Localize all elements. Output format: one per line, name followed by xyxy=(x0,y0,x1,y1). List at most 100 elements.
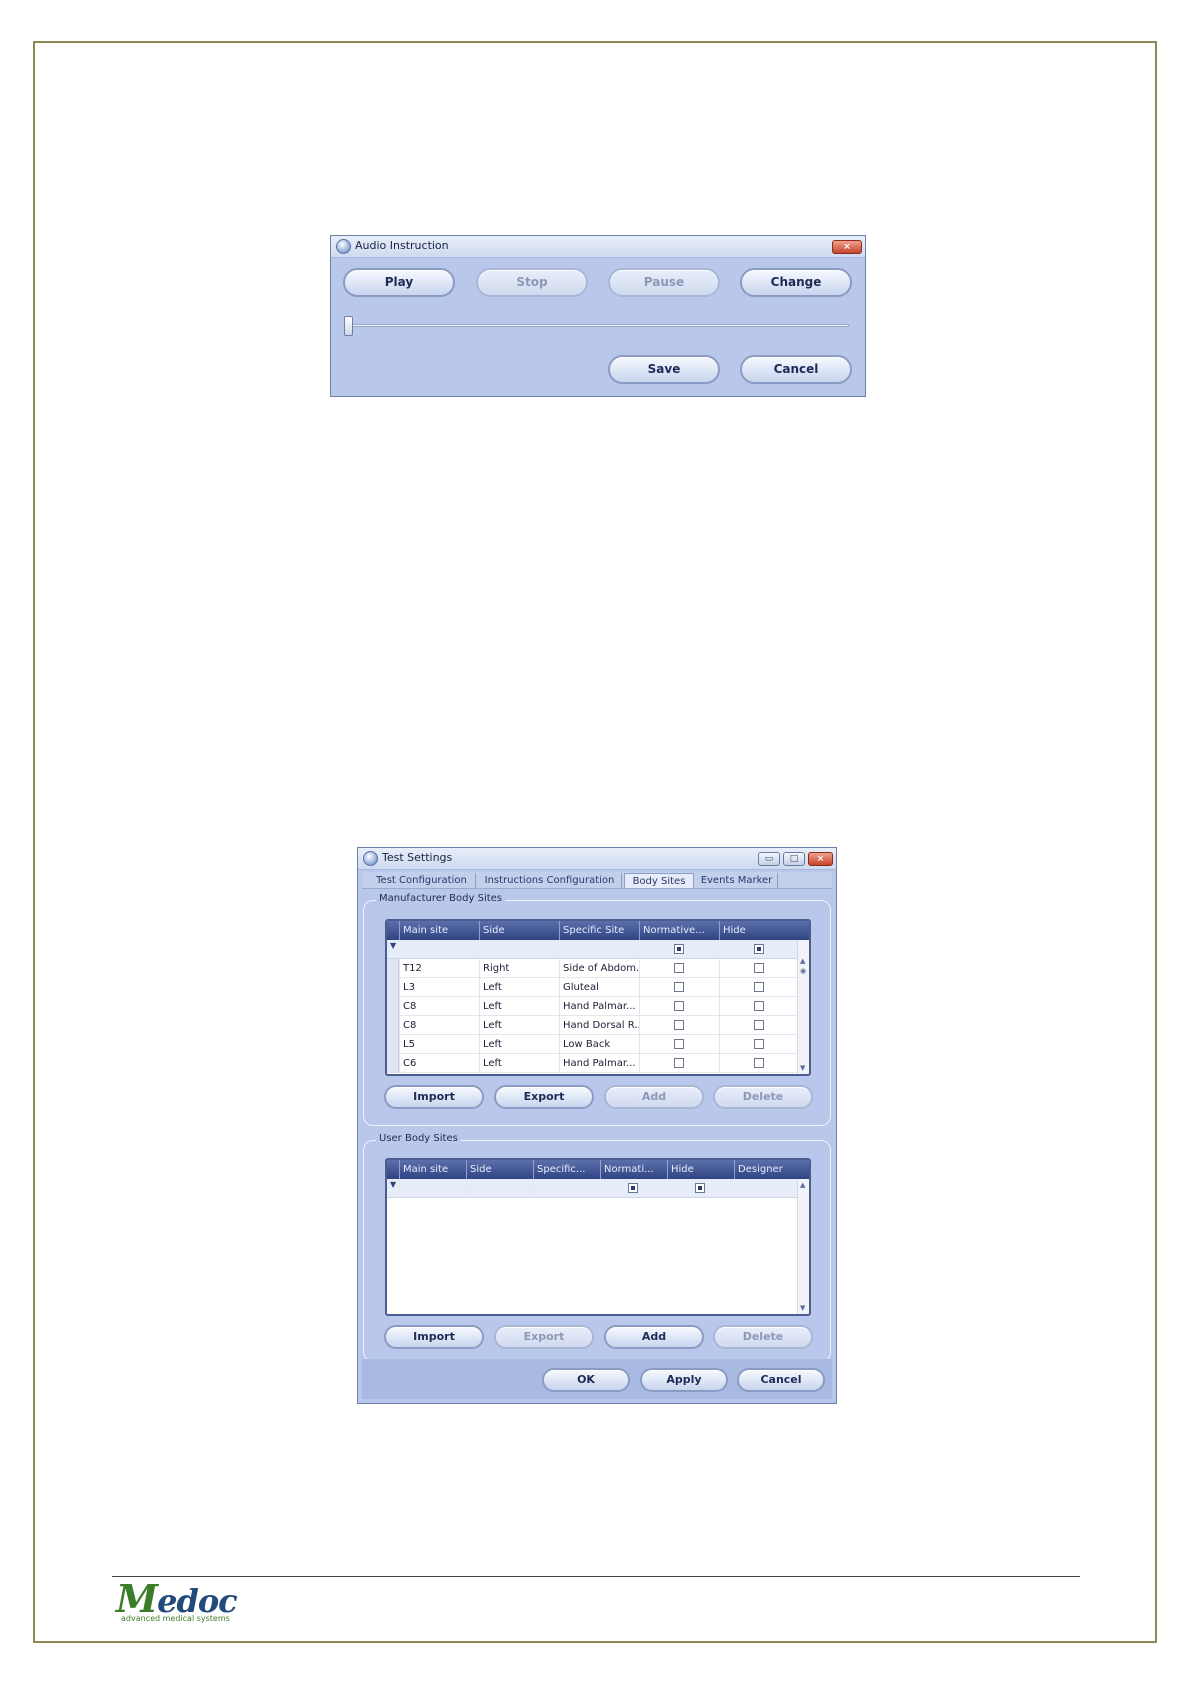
column-header-main-site[interactable]: Main site xyxy=(399,921,479,940)
settings-titlebar[interactable]: Test Settings ▭ □ × xyxy=(358,848,836,870)
normative-checkbox[interactable] xyxy=(674,1020,684,1030)
scroll-up-icon[interactable]: ▲ xyxy=(800,1181,805,1189)
manufacturer-import-button[interactable]: Import xyxy=(384,1085,484,1109)
manufacturer-export-button[interactable]: Export xyxy=(494,1085,594,1109)
cell-specific[interactable]: Hand Palmar... xyxy=(559,997,639,1016)
table-row[interactable]: C8 Left Hand Palmar... xyxy=(387,997,797,1016)
cell-specific[interactable]: Hand Palmar... xyxy=(559,1054,639,1073)
cancel-button[interactable]: Cancel xyxy=(737,1368,825,1392)
cell-specific[interactable]: Side of Abdom... xyxy=(559,959,639,978)
cell-side[interactable]: Left xyxy=(479,1035,559,1054)
cell-specific[interactable]: Low Back xyxy=(559,1035,639,1054)
ok-button[interactable]: OK xyxy=(542,1368,630,1392)
scroll-up-icon[interactable]: ▲ xyxy=(800,957,805,965)
table-row[interactable]: C8 Left Hand Dorsal R... xyxy=(387,1016,797,1035)
scroll-down-icon[interactable]: ▼ xyxy=(800,1304,805,1312)
user-filter-row[interactable]: ▼ xyxy=(387,1179,797,1198)
user-add-button[interactable]: Add xyxy=(604,1325,704,1349)
cell-side[interactable]: Right xyxy=(479,959,559,978)
scroll-thumb-icon[interactable]: ◉ xyxy=(800,967,806,975)
manufacturer-filter-row[interactable]: ▼ xyxy=(387,940,797,959)
normative-checkbox[interactable] xyxy=(674,1039,684,1049)
filter-cell[interactable] xyxy=(466,1179,533,1198)
stop-button[interactable]: Stop xyxy=(476,268,588,297)
hide-checkbox[interactable] xyxy=(754,982,764,992)
column-header-specific-site[interactable]: Specific Site xyxy=(559,921,639,940)
table-row[interactable]: T12 Right Side of Abdom... xyxy=(387,959,797,978)
user-export-button[interactable]: Export xyxy=(494,1325,594,1349)
filter-cell[interactable] xyxy=(533,1179,600,1198)
tab-body-sites[interactable]: Body Sites xyxy=(624,873,694,888)
hide-checkbox[interactable] xyxy=(754,963,764,973)
column-header-normative[interactable]: Normati... xyxy=(600,1160,667,1179)
pause-button[interactable]: Pause xyxy=(608,268,720,297)
hide-checkbox[interactable] xyxy=(754,1039,764,1049)
column-header-hide[interactable]: Hide xyxy=(719,921,799,940)
audio-progress-track[interactable] xyxy=(347,324,849,327)
row-header[interactable] xyxy=(387,978,399,997)
audio-progress-thumb[interactable] xyxy=(344,316,353,336)
table-row[interactable]: L5 Left Low Back xyxy=(387,1035,797,1054)
row-header[interactable] xyxy=(387,1016,399,1035)
cell-main[interactable]: T12 xyxy=(399,959,479,978)
filter-cell[interactable] xyxy=(399,1179,466,1198)
normative-checkbox[interactable] xyxy=(674,982,684,992)
column-header-side[interactable]: Side xyxy=(466,1160,533,1179)
column-header-normative[interactable]: Normative... xyxy=(639,921,719,940)
table-row[interactable]: C6 Left Hand Palmar... xyxy=(387,1054,797,1073)
scroll-down-icon[interactable]: ▼ xyxy=(800,1064,805,1072)
cell-side[interactable]: Left xyxy=(479,978,559,997)
tab-test-configuration[interactable]: Test Configuration xyxy=(368,873,476,888)
filter-hide-checkbox[interactable] xyxy=(754,944,764,954)
manufacturer-add-button[interactable]: Add xyxy=(604,1085,704,1109)
row-header[interactable] xyxy=(387,997,399,1016)
row-header[interactable] xyxy=(387,1035,399,1054)
cell-main[interactable]: C8 xyxy=(399,997,479,1016)
user-import-button[interactable]: Import xyxy=(384,1325,484,1349)
minimize-icon[interactable]: ▭ xyxy=(758,852,780,866)
normative-checkbox[interactable] xyxy=(674,963,684,973)
cell-main[interactable]: L3 xyxy=(399,978,479,997)
row-header[interactable] xyxy=(387,1054,399,1073)
close-icon[interactable]: × xyxy=(832,240,862,254)
user-grid-scrollbar[interactable]: ▲ ▼ xyxy=(797,1179,809,1314)
cell-specific[interactable]: Gluteal xyxy=(559,978,639,997)
audio-titlebar[interactable]: Audio Instruction × xyxy=(331,236,865,258)
save-button[interactable]: Save xyxy=(608,355,720,384)
user-delete-button[interactable]: Delete xyxy=(713,1325,813,1349)
manufacturer-delete-button[interactable]: Delete xyxy=(713,1085,813,1109)
maximize-icon[interactable]: □ xyxy=(783,852,805,866)
cancel-button[interactable]: Cancel xyxy=(740,355,852,384)
hide-checkbox[interactable] xyxy=(754,1058,764,1068)
column-header-specific[interactable]: Specific... xyxy=(533,1160,600,1179)
cell-main[interactable]: C6 xyxy=(399,1054,479,1073)
apply-button[interactable]: Apply xyxy=(640,1368,728,1392)
cell-specific[interactable]: Hand Dorsal R... xyxy=(559,1016,639,1035)
cell-main[interactable]: L5 xyxy=(399,1035,479,1054)
close-icon[interactable]: × xyxy=(808,852,833,866)
hide-checkbox[interactable] xyxy=(754,1001,764,1011)
cell-side[interactable]: Left xyxy=(479,997,559,1016)
filter-hide-checkbox[interactable] xyxy=(695,1183,705,1193)
change-button[interactable]: Change xyxy=(740,268,852,297)
row-header[interactable] xyxy=(387,959,399,978)
footer-divider xyxy=(112,1576,1080,1577)
column-header-side[interactable]: Side xyxy=(479,921,559,940)
column-header-hide[interactable]: Hide xyxy=(667,1160,734,1179)
column-header-main-site[interactable]: Main site xyxy=(399,1160,466,1179)
column-header-designer[interactable]: Designer xyxy=(734,1160,809,1179)
tab-events-marker[interactable]: Events Marker xyxy=(696,873,778,888)
table-row[interactable]: L3 Left Gluteal xyxy=(387,978,797,997)
cell-side[interactable]: Left xyxy=(479,1054,559,1073)
cell-side[interactable]: Left xyxy=(479,1016,559,1035)
play-button[interactable]: Play xyxy=(343,268,455,297)
normative-checkbox[interactable] xyxy=(674,1001,684,1011)
filter-normative-checkbox[interactable] xyxy=(674,944,684,954)
tab-instructions-configuration[interactable]: Instructions Configuration xyxy=(478,873,622,888)
cell-main[interactable]: C8 xyxy=(399,1016,479,1035)
hide-checkbox[interactable] xyxy=(754,1020,764,1030)
filter-normative-checkbox[interactable] xyxy=(628,1183,638,1193)
manufacturer-grid-scrollbar[interactable]: ▲ ◉ ▼ xyxy=(797,940,809,1074)
filter-icon: ▼ xyxy=(390,1180,397,1189)
normative-checkbox[interactable] xyxy=(674,1058,684,1068)
